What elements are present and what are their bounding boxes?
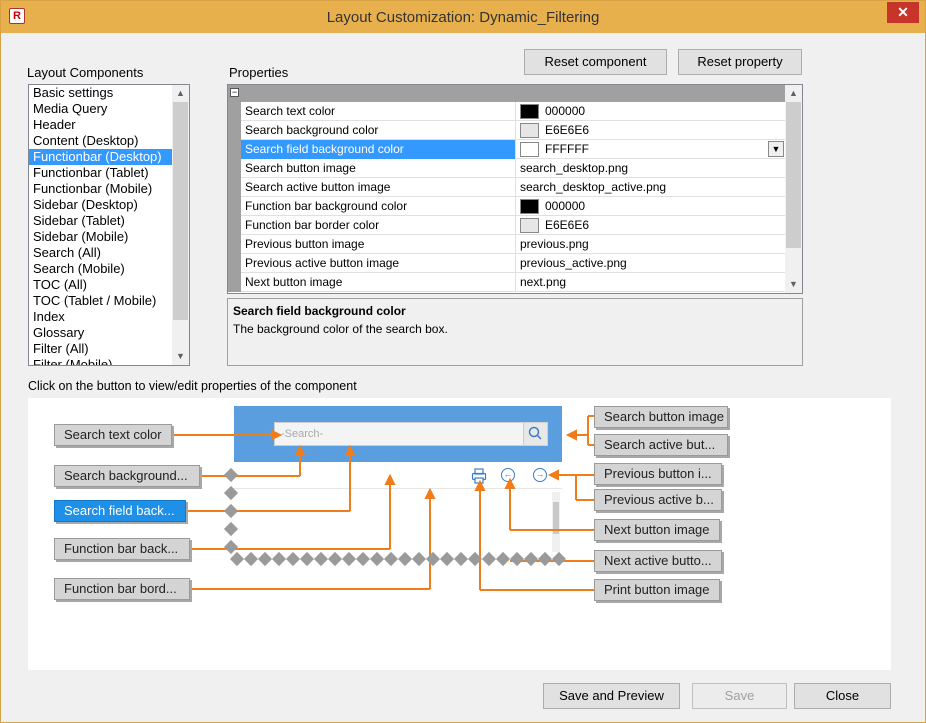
component-list-item[interactable]: Functionbar (Mobile) [29, 181, 189, 197]
row-gutter [228, 254, 241, 273]
property-value[interactable]: search_desktop.png [517, 159, 785, 178]
reset-property-button[interactable]: Reset property [678, 49, 802, 75]
property-name[interactable]: Previous active button image [241, 254, 516, 273]
property-row[interactable]: Next button image next.png [228, 273, 802, 292]
component-list-item[interactable]: TOC (All) [29, 277, 189, 293]
description-title: Search field background color [233, 304, 406, 318]
dropdown-arrow-icon[interactable]: ▼ [768, 141, 784, 157]
scroll-up-icon[interactable]: ▲ [172, 85, 189, 102]
property-row[interactable]: Previous button image previous.png [228, 235, 802, 254]
property-row[interactable]: Search text color 000000 [228, 102, 802, 121]
color-value: FFFFFF [545, 142, 589, 156]
properties-label: Properties [229, 65, 289, 80]
property-value[interactable]: E6E6E6 [517, 216, 785, 235]
layout-components-label: Layout Components [27, 65, 144, 80]
component-list-item[interactable]: Glossary [29, 325, 189, 341]
window-title: Layout Customization: Dynamic_Filtering [326, 9, 600, 26]
property-grid[interactable]: − Search text color 000000 Search backgrou… [227, 84, 803, 294]
property-row[interactable]: Previous active button image previous_act… [228, 254, 802, 273]
property-value[interactable]: FFFFFF ▼ [517, 140, 785, 159]
component-list-item[interactable]: Header [29, 117, 189, 133]
component-list-item[interactable]: Functionbar (Tablet) [29, 165, 189, 181]
row-gutter [228, 140, 241, 159]
component-list-item[interactable]: Sidebar (Mobile) [29, 229, 189, 245]
row-gutter [228, 102, 241, 121]
grid-scrollbar[interactable]: ▲ ▼ [785, 85, 802, 293]
property-value[interactable]: search_desktop_active.png [517, 178, 785, 197]
component-list-item[interactable]: Media Query [29, 101, 189, 117]
component-list-item[interactable]: Functionbar (Desktop) [29, 149, 189, 165]
property-name[interactable]: Search background color [241, 121, 516, 140]
property-row[interactable]: Search button image search_desktop.png [228, 159, 802, 178]
grid-category-header[interactable]: − [228, 85, 802, 102]
property-description: Search field background color The backgr… [227, 298, 803, 366]
reset-component-button[interactable]: Reset component [524, 49, 667, 75]
list-scrollbar[interactable]: ▲ ▼ [172, 85, 189, 365]
component-preview: -Search- ← → Search text color Search bac… [28, 398, 891, 670]
property-value[interactable]: previous.png [517, 235, 785, 254]
color-value: 000000 [545, 199, 586, 213]
property-value[interactable]: next.png [517, 273, 785, 292]
property-row[interactable]: Search field background color FFFFFF ▼ [228, 140, 802, 159]
component-list-item[interactable]: Index [29, 309, 189, 325]
property-name[interactable]: Function bar border color [241, 216, 516, 235]
layout-components-list[interactable]: Basic settings Media Query Header Content (… [28, 84, 190, 366]
component-list-item[interactable]: Sidebar (Tablet) [29, 213, 189, 229]
dialog-body: Layout Components Properties Reset compo… [9, 33, 917, 716]
scroll-down-icon[interactable]: ▼ [785, 276, 802, 293]
property-value[interactable]: E6E6E6 [517, 121, 785, 140]
property-name[interactable]: Next button image [241, 273, 516, 292]
row-gutter [228, 178, 241, 197]
color-swatch [520, 142, 539, 157]
color-value: E6E6E6 [545, 218, 590, 232]
property-name[interactable]: Search text color [241, 102, 516, 121]
property-value[interactable]: previous_active.png [517, 254, 785, 273]
save-button[interactable]: Save [692, 683, 787, 709]
row-gutter [228, 273, 241, 292]
color-value: E6E6E6 [545, 123, 590, 137]
close-button[interactable]: Close [794, 683, 891, 709]
collapse-icon[interactable]: − [230, 88, 239, 97]
component-list-item[interactable]: Filter (Mobile) [29, 357, 189, 365]
component-list-item[interactable]: Filter (All) [29, 341, 189, 357]
row-gutter [228, 235, 241, 254]
property-name[interactable]: Search field background color [241, 140, 516, 159]
component-list-item[interactable]: Search (Mobile) [29, 261, 189, 277]
property-row[interactable]: Function bar background color 000000 [228, 197, 802, 216]
component-list-item[interactable]: Basic settings [29, 85, 189, 101]
color-swatch [520, 218, 539, 233]
row-gutter [228, 216, 241, 235]
row-gutter [228, 197, 241, 216]
save-and-preview-button[interactable]: Save and Preview [543, 683, 680, 709]
scroll-up-icon[interactable]: ▲ [785, 85, 802, 102]
title-bar[interactable]: R Layout Customization: Dynamic_Filterin… [1, 1, 925, 33]
color-value: 000000 [545, 104, 586, 118]
property-name[interactable]: Search button image [241, 159, 516, 178]
property-name[interactable]: Search active button image [241, 178, 516, 197]
component-list-item[interactable]: Search (All) [29, 245, 189, 261]
connector-arrows [174, 415, 594, 591]
property-name[interactable]: Function bar background color [241, 197, 516, 216]
scroll-thumb[interactable] [786, 102, 801, 248]
color-swatch [520, 104, 539, 119]
component-list-item[interactable]: TOC (Tablet / Mobile) [29, 293, 189, 309]
row-gutter [228, 159, 241, 178]
hint-text: Click on the button to view/edit propert… [28, 379, 357, 393]
close-window-button[interactable]: ✕ [887, 2, 919, 23]
color-swatch [520, 199, 539, 214]
dialog-window: R Layout Customization: Dynamic_Filterin… [0, 0, 926, 723]
property-value[interactable]: 000000 [517, 102, 785, 121]
property-row[interactable]: Search background color E6E6E6 [228, 121, 802, 140]
property-row[interactable]: Search active button image search_desktop… [228, 178, 802, 197]
property-row[interactable]: Function bar border color E6E6E6 [228, 216, 802, 235]
row-gutter [228, 121, 241, 140]
scroll-thumb[interactable] [173, 102, 188, 320]
component-list-item[interactable]: Sidebar (Desktop) [29, 197, 189, 213]
description-text: The background color of the search box. [233, 322, 448, 336]
component-list-item[interactable]: Content (Desktop) [29, 133, 189, 149]
color-swatch [520, 123, 539, 138]
property-value[interactable]: 000000 [517, 197, 785, 216]
property-name[interactable]: Previous button image [241, 235, 516, 254]
scroll-down-icon[interactable]: ▼ [172, 348, 189, 365]
